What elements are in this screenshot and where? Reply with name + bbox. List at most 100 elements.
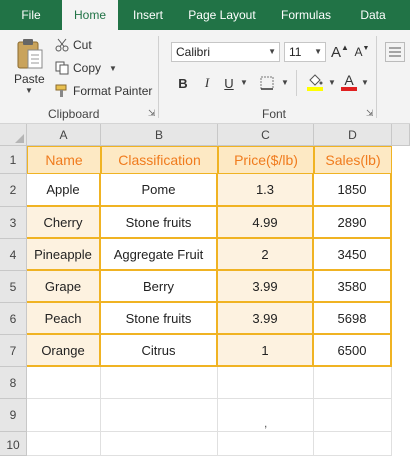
bold-button[interactable]: B [176,74,190,92]
table-cell[interactable]: Peach [27,303,101,335]
table-cell[interactable]: 5698 [314,303,392,335]
table-cell[interactable]: Apple [27,174,101,207]
borders-icon [260,76,274,90]
empty-cell[interactable] [27,399,101,432]
ribbon-tab-bar: File Home Insert Page Layout Formulas Da… [0,0,410,30]
font-group-label: Font [262,107,287,121]
paste-button[interactable]: Paste [14,72,45,86]
ribbon-home-panel: Paste ▼ Cut Copy ▼ Format Painter Clipbo… [0,30,410,124]
wrap-format-button[interactable] [385,42,405,62]
empty-cell[interactable] [218,432,314,456]
table-cell[interactable]: Citrus [101,335,218,367]
empty-cell[interactable] [218,367,314,399]
paste-dropdown-icon[interactable]: ▼ [25,86,33,95]
font-grow-glyph: A [331,43,342,61]
decrease-font-size-button[interactable]: A ▼ [355,42,370,62]
font-name-select[interactable]: Calibri ▼ [171,42,280,62]
table-cell[interactable]: 6500 [314,335,392,367]
row-header[interactable]: 3 [0,207,27,239]
copy-button[interactable]: Copy ▼ [55,59,117,77]
table-cell[interactable]: 3580 [314,271,392,303]
font-size-value: 11 [289,45,302,59]
table-cell[interactable]: Pineapple [27,239,101,271]
column-header-c[interactable]: C [218,124,314,146]
column-header-a[interactable]: A [27,124,101,146]
empty-cell[interactable] [314,399,392,432]
fill-color-button[interactable] [306,72,324,92]
table-cell[interactable]: 4.99 [218,207,314,239]
row-header[interactable]: 8 [0,367,27,399]
row-header[interactable]: 1 [0,146,27,174]
borders-dropdown-icon[interactable]: ▼ [281,78,289,87]
table-cell[interactable]: Orange [27,335,101,367]
empty-cell[interactable] [101,432,218,456]
table-cell[interactable]: 2 [218,239,314,271]
paste-icon[interactable] [16,38,44,70]
table-cell[interactable]: 1.3 [218,174,314,207]
tab-file[interactable]: File [0,0,62,30]
fill-color-dropdown-icon[interactable]: ▼ [328,78,336,87]
header-cell-price[interactable]: Price($/lb) [218,146,314,174]
empty-cell[interactable] [27,367,101,399]
font-size-select[interactable]: 11 ▼ [284,42,326,62]
column-header-e[interactable] [392,124,410,146]
copy-dropdown-icon[interactable]: ▼ [109,64,117,73]
clipboard-launcher-icon[interactable]: ⇲ [148,108,156,119]
row-header[interactable]: 6 [0,303,27,335]
table-cell[interactable]: Aggregate Fruit [101,239,218,271]
cut-button[interactable]: Cut [55,36,92,54]
group-divider [158,36,159,118]
table-cell[interactable]: 3.99 [218,271,314,303]
cut-label: Cut [73,38,92,52]
empty-cell[interactable] [101,399,218,432]
column-header-d[interactable]: D [314,124,392,146]
copy-label: Copy [73,61,102,75]
tab-home[interactable]: Home [62,0,118,30]
row-header[interactable]: 10 [0,432,27,456]
header-cell-name[interactable]: Name [27,146,101,174]
corner-triangle-icon [15,134,24,143]
select-all-corner[interactable] [0,124,27,146]
scissors-icon [55,38,69,52]
font-color-glyph: A [344,72,354,88]
table-cell[interactable]: 1 [218,335,314,367]
row-header[interactable]: 2 [0,174,27,207]
row-header[interactable]: 5 [0,271,27,303]
row-header[interactable]: 7 [0,335,27,367]
font-name-value: Calibri [176,45,211,59]
tab-insert[interactable]: Insert [118,0,178,30]
brush-icon [55,84,67,97]
font-color-dropdown-icon[interactable]: ▼ [361,78,369,87]
italic-button[interactable]: I [200,74,214,92]
tab-data[interactable]: Data [346,0,400,30]
table-cell[interactable]: 2890 [314,207,392,239]
empty-cell[interactable] [314,432,392,456]
empty-cell[interactable] [314,367,392,399]
empty-cell[interactable] [101,367,218,399]
table-cell[interactable]: 1850 [314,174,392,207]
table-cell[interactable]: 3.99 [218,303,314,335]
tab-page-layout[interactable]: Page Layout [178,0,266,30]
format-painter-button[interactable]: Format Painter [55,82,152,100]
column-header-b[interactable]: B [101,124,218,146]
fill-bucket-icon [307,74,323,91]
underline-button[interactable]: U [222,74,236,92]
table-cell[interactable]: 3450 [314,239,392,271]
row-header[interactable]: 4 [0,239,27,271]
increase-font-size-button[interactable]: A ▲ [331,42,349,62]
table-cell[interactable]: Grape [27,271,101,303]
table-cell[interactable]: Stone fruits [101,207,218,239]
font-launcher-icon[interactable]: ⇲ [366,108,374,119]
empty-cell[interactable] [27,432,101,456]
underline-dropdown-icon[interactable]: ▼ [240,78,248,87]
table-cell[interactable]: Cherry [27,207,101,239]
table-cell[interactable]: Pome [101,174,218,207]
font-color-button[interactable]: A [341,72,357,92]
table-cell[interactable]: Berry [101,271,218,303]
header-cell-sales[interactable]: Sales(lb) [314,146,392,174]
tab-formulas[interactable]: Formulas [266,0,346,30]
table-cell[interactable]: Stone fruits [101,303,218,335]
row-header[interactable]: 9 [0,399,27,432]
borders-button[interactable] [258,74,276,92]
header-cell-classification[interactable]: Classification [101,146,218,174]
